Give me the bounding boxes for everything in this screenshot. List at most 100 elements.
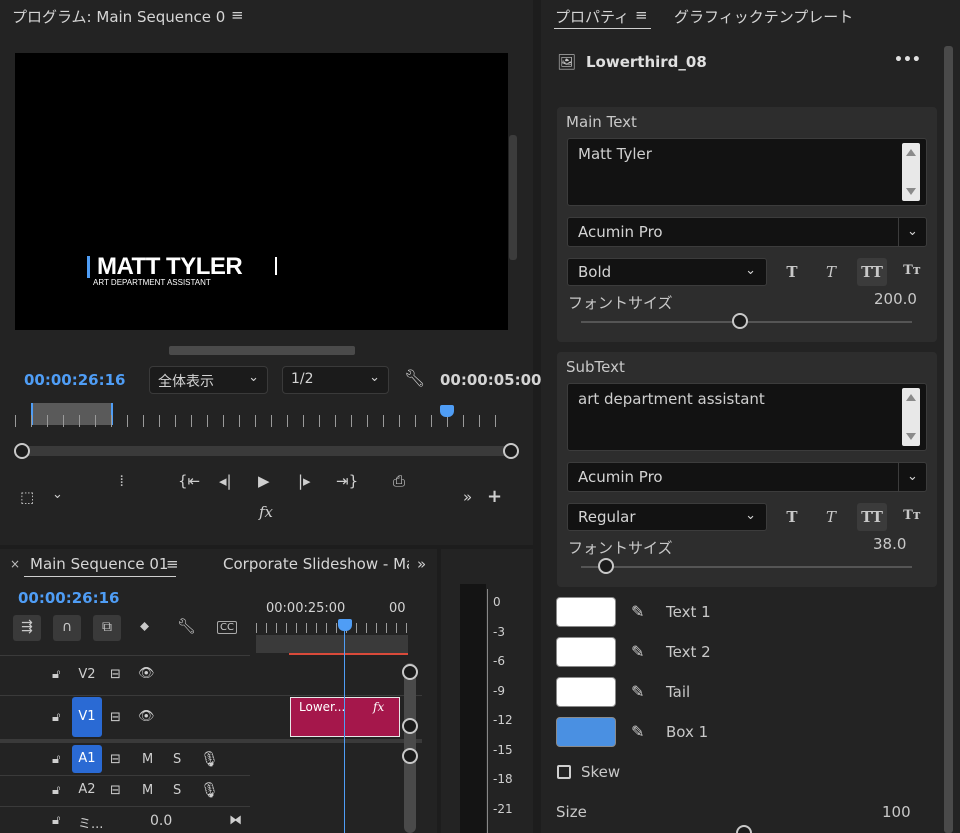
lock-icon[interactable]: 🔓︎ [52, 783, 60, 798]
resolution-dropdown[interactable]: 1/2 ⌄ [282, 366, 389, 394]
timeline-ruler-ticks[interactable] [256, 623, 408, 633]
microphone-icon[interactable]: 🎙︎ [200, 781, 219, 799]
properties-scrollbar[interactable] [944, 46, 953, 833]
main-style-dropdown[interactable]: Bold ⌄ [567, 258, 767, 286]
track-target-a2[interactable]: A2 [72, 777, 102, 805]
mute-button[interactable]: M [142, 783, 153, 798]
program-monitor-title[interactable]: プログラム: Main Sequence 0 [12, 6, 225, 27]
lock-icon[interactable]: 🔓︎ [52, 752, 60, 767]
zoom-scroll-bar[interactable] [20, 446, 512, 456]
step-forward-icon[interactable]: |▸ [298, 472, 311, 490]
work-area-bar[interactable] [256, 635, 408, 653]
size-value[interactable]: 100 [882, 803, 911, 821]
overflow-chevron-icon[interactable]: » [463, 488, 472, 506]
subtext-input[interactable]: art department assistant [567, 383, 927, 451]
linked-selection-icon[interactable]: ⧉ [93, 615, 121, 641]
text2-color-swatch[interactable] [556, 637, 616, 667]
track-target-v2[interactable]: V2 [72, 655, 102, 695]
all-caps-button[interactable]: TT [857, 503, 887, 531]
safe-margins-icon[interactable]: ⬚ [20, 488, 34, 506]
scroll-handle-bottom[interactable] [402, 718, 418, 734]
sub-font-size-slider-knob[interactable] [598, 558, 614, 574]
track-target-v1[interactable]: V1 [72, 697, 102, 737]
chevron-down-icon[interactable]: ⌄ [52, 487, 63, 502]
insert-overwrite-icon[interactable]: ⇶ [13, 615, 41, 641]
monitor-horizontal-scrollbar[interactable] [169, 346, 355, 355]
tab-graphic-templates[interactable]: グラフィックテンプレート [674, 6, 853, 27]
size-slider-knob[interactable] [736, 825, 752, 833]
eyedropper-icon[interactable]: ✎ [631, 642, 644, 661]
sub-font-size-value[interactable]: 38.0 [873, 535, 906, 553]
faux-italic-button[interactable]: T [816, 258, 846, 286]
fx-icon[interactable]: fx [259, 503, 273, 521]
text-scrollbar[interactable] [902, 143, 920, 201]
close-tab-icon[interactable]: × [10, 557, 20, 571]
step-back-icon[interactable]: ◂| [219, 472, 232, 490]
more-options-icon[interactable]: ••• [894, 52, 921, 68]
wrench-icon[interactable]: 🔧︎ [177, 617, 196, 635]
small-caps-button[interactable]: Tт [897, 258, 927, 286]
mix-volume-value[interactable]: 0.0 [150, 813, 172, 829]
eyedropper-icon[interactable]: ✎ [631, 722, 644, 741]
all-caps-button[interactable]: TT [857, 258, 887, 286]
small-caps-button[interactable]: Tт [897, 503, 927, 531]
sub-font-dropdown[interactable]: Acumin Pro ⌄ [567, 462, 927, 492]
microphone-icon[interactable]: 🎙︎ [200, 750, 219, 768]
scroll-handle-top[interactable] [402, 664, 418, 680]
eye-icon[interactable]: 👁︎ [138, 666, 155, 681]
sync-lock-icon[interactable]: ⊟ [110, 667, 121, 682]
overflow-chevron-icon[interactable]: » [417, 555, 426, 573]
faux-bold-button[interactable]: T [777, 503, 807, 531]
lock-icon[interactable]: 🔓︎ [52, 710, 60, 725]
sync-lock-icon[interactable]: ⊟ [110, 783, 121, 798]
snap-magnet-icon[interactable]: ∩ [53, 615, 81, 641]
sub-font-size-slider[interactable] [581, 566, 912, 568]
timeline-clip[interactable]: Lower... fx [290, 697, 400, 737]
go-to-in-icon[interactable]: {⇤ [178, 472, 200, 490]
tail-color-swatch[interactable] [556, 677, 616, 707]
sync-lock-icon[interactable]: ⊟ [110, 710, 121, 725]
add-marker-icon[interactable]: ⦙ [120, 472, 123, 490]
track-target-a1[interactable]: A1 [72, 745, 102, 773]
export-frame-icon[interactable]: ⎙ [393, 472, 405, 490]
timeline-playhead-line[interactable] [344, 631, 345, 833]
go-to-out-icon[interactable]: ⇥} [336, 472, 358, 490]
main-font-size-value[interactable]: 200.0 [874, 290, 917, 308]
lock-icon[interactable]: 🔓︎ [52, 667, 60, 682]
text-scrollbar[interactable] [902, 388, 920, 446]
zoom-scroll-right-handle[interactable] [503, 443, 519, 459]
scroll-handle-audio[interactable] [402, 748, 418, 764]
program-menu-icon[interactable]: ≡ [231, 6, 244, 24]
properties-menu-icon[interactable]: ≡ [635, 6, 648, 24]
eyedropper-icon[interactable]: ✎ [631, 602, 644, 621]
mute-button[interactable]: M [142, 752, 153, 767]
eye-icon[interactable]: 👁︎ [138, 709, 155, 724]
play-icon[interactable]: ▶ [258, 472, 270, 490]
main-text-input[interactable]: Matt Tyler [567, 138, 927, 206]
tab-main-sequence[interactable]: Main Sequence 01 [30, 555, 168, 573]
zoom-scroll-left-handle[interactable] [14, 443, 30, 459]
zoom-level-dropdown[interactable]: 全体表示 ⌄ [149, 366, 268, 394]
mix-bowtie-icon[interactable]: ⧓ [229, 813, 242, 828]
main-font-dropdown[interactable]: Acumin Pro ⌄ [567, 217, 927, 247]
tab-properties[interactable]: プロパティ [555, 6, 629, 27]
solo-button[interactable]: S [173, 783, 181, 798]
timeline-menu-icon[interactable]: ≡ [166, 555, 179, 573]
eyedropper-icon[interactable]: ✎ [631, 682, 644, 701]
monitor-time-ruler[interactable] [15, 403, 510, 427]
tab-corporate-slideshow[interactable]: Corporate Slideshow - Ma [223, 555, 409, 573]
playhead-marker[interactable] [440, 405, 454, 417]
sub-style-dropdown[interactable]: Regular ⌄ [567, 503, 767, 531]
faux-italic-button[interactable]: T [816, 503, 846, 531]
timeline-timecode[interactable]: 00:00:26:16 [18, 589, 120, 607]
faux-bold-button[interactable]: T [777, 258, 807, 286]
main-font-size-slider-knob[interactable] [732, 313, 748, 329]
timeline-playhead-head[interactable] [338, 619, 352, 631]
wrench-icon[interactable]: 🔧︎ [404, 369, 426, 389]
playhead-timecode[interactable]: 00:00:26:16 [24, 371, 126, 389]
box1-color-swatch[interactable] [556, 717, 616, 747]
skew-checkbox[interactable] [557, 765, 571, 779]
add-button-icon[interactable]: + [487, 486, 502, 507]
marker-icon[interactable]: ⬥ [140, 619, 149, 634]
text1-color-swatch[interactable] [556, 597, 616, 627]
